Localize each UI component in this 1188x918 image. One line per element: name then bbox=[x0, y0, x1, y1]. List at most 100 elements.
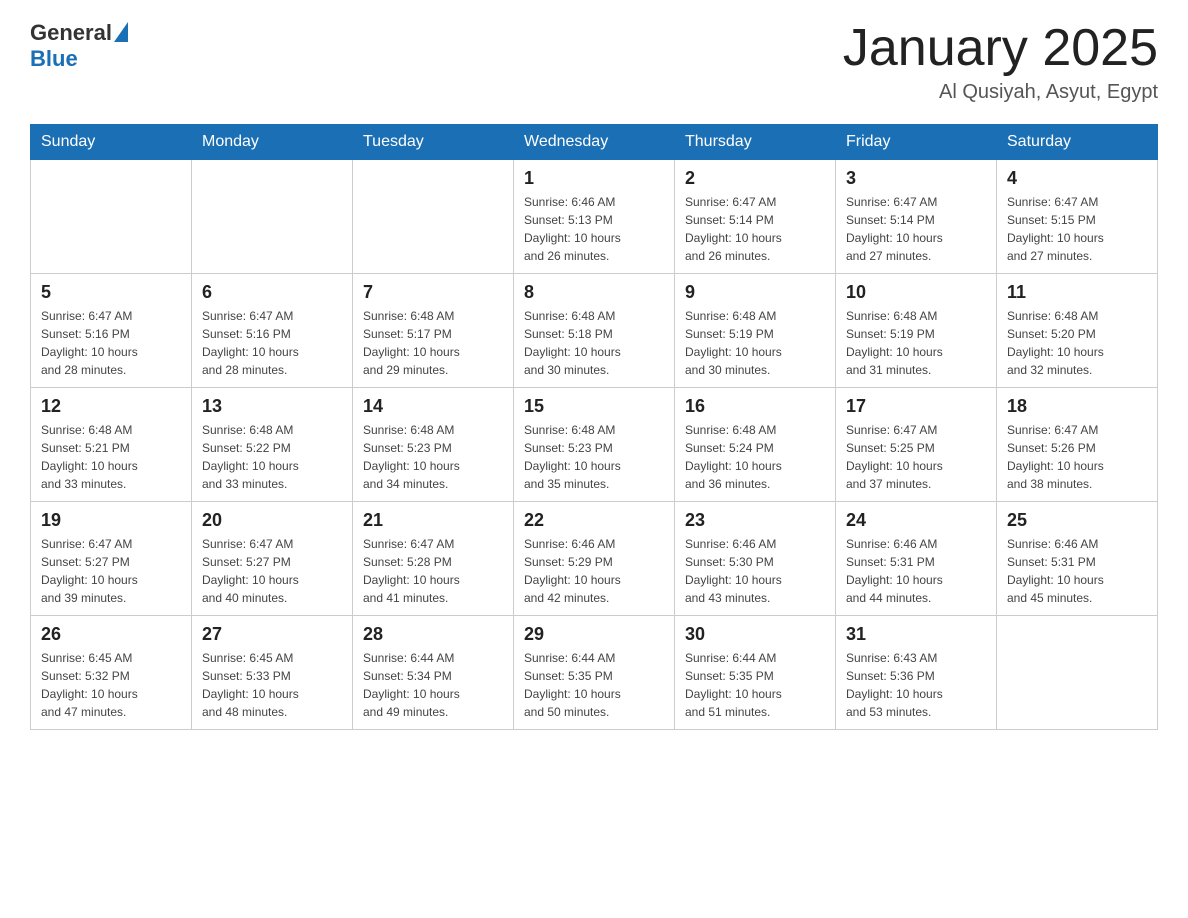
calendar-cell: 28 Sunrise: 6:44 AM Sunset: 5:34 PM Dayli… bbox=[353, 616, 514, 730]
title-section: January 2025 Al Qusiyah, Asyut, Egypt bbox=[843, 20, 1158, 104]
day-info: Sunrise: 6:48 AM Sunset: 5:23 PM Dayligh… bbox=[524, 421, 664, 493]
logo-text-general: General bbox=[30, 20, 112, 46]
logo-text-blue: Blue bbox=[30, 46, 78, 71]
day-number: 3 bbox=[846, 168, 986, 189]
calendar-cell: 29 Sunrise: 6:44 AM Sunset: 5:35 PM Dayli… bbox=[514, 616, 675, 730]
calendar-week-row: 19 Sunrise: 6:47 AM Sunset: 5:27 PM Dayli… bbox=[31, 502, 1158, 616]
day-info: Sunrise: 6:47 AM Sunset: 5:27 PM Dayligh… bbox=[41, 535, 181, 607]
day-info: Sunrise: 6:44 AM Sunset: 5:35 PM Dayligh… bbox=[685, 649, 825, 721]
day-number: 11 bbox=[1007, 282, 1147, 303]
day-number: 18 bbox=[1007, 396, 1147, 417]
day-info: Sunrise: 6:48 AM Sunset: 5:20 PM Dayligh… bbox=[1007, 307, 1147, 379]
day-info: Sunrise: 6:46 AM Sunset: 5:31 PM Dayligh… bbox=[846, 535, 986, 607]
day-info: Sunrise: 6:47 AM Sunset: 5:26 PM Dayligh… bbox=[1007, 421, 1147, 493]
calendar-table: SundayMondayTuesdayWednesdayThursdayFrid… bbox=[30, 124, 1158, 730]
calendar-header-monday: Monday bbox=[192, 125, 353, 160]
day-info: Sunrise: 6:45 AM Sunset: 5:32 PM Dayligh… bbox=[41, 649, 181, 721]
calendar-week-row: 12 Sunrise: 6:48 AM Sunset: 5:21 PM Dayli… bbox=[31, 388, 1158, 502]
day-number: 22 bbox=[524, 510, 664, 531]
calendar-cell bbox=[31, 160, 192, 274]
day-number: 24 bbox=[846, 510, 986, 531]
day-number: 16 bbox=[685, 396, 825, 417]
day-info: Sunrise: 6:48 AM Sunset: 5:21 PM Dayligh… bbox=[41, 421, 181, 493]
calendar-cell: 1 Sunrise: 6:46 AM Sunset: 5:13 PM Daylig… bbox=[514, 160, 675, 274]
day-info: Sunrise: 6:48 AM Sunset: 5:19 PM Dayligh… bbox=[846, 307, 986, 379]
day-number: 26 bbox=[41, 624, 181, 645]
calendar-cell: 20 Sunrise: 6:47 AM Sunset: 5:27 PM Dayli… bbox=[192, 502, 353, 616]
day-info: Sunrise: 6:48 AM Sunset: 5:24 PM Dayligh… bbox=[685, 421, 825, 493]
calendar-week-row: 1 Sunrise: 6:46 AM Sunset: 5:13 PM Daylig… bbox=[31, 160, 1158, 274]
calendar-cell: 13 Sunrise: 6:48 AM Sunset: 5:22 PM Dayli… bbox=[192, 388, 353, 502]
day-info: Sunrise: 6:48 AM Sunset: 5:18 PM Dayligh… bbox=[524, 307, 664, 379]
calendar-cell: 31 Sunrise: 6:43 AM Sunset: 5:36 PM Dayli… bbox=[836, 616, 997, 730]
day-info: Sunrise: 6:48 AM Sunset: 5:19 PM Dayligh… bbox=[685, 307, 825, 379]
calendar-cell: 16 Sunrise: 6:48 AM Sunset: 5:24 PM Dayli… bbox=[675, 388, 836, 502]
day-number: 19 bbox=[41, 510, 181, 531]
day-number: 23 bbox=[685, 510, 825, 531]
day-info: Sunrise: 6:48 AM Sunset: 5:23 PM Dayligh… bbox=[363, 421, 503, 493]
calendar-cell: 12 Sunrise: 6:48 AM Sunset: 5:21 PM Dayli… bbox=[31, 388, 192, 502]
day-number: 12 bbox=[41, 396, 181, 417]
day-number: 30 bbox=[685, 624, 825, 645]
day-info: Sunrise: 6:46 AM Sunset: 5:30 PM Dayligh… bbox=[685, 535, 825, 607]
calendar-header-thursday: Thursday bbox=[675, 125, 836, 160]
month-title: January 2025 bbox=[843, 20, 1158, 77]
day-info: Sunrise: 6:43 AM Sunset: 5:36 PM Dayligh… bbox=[846, 649, 986, 721]
calendar-cell: 8 Sunrise: 6:48 AM Sunset: 5:18 PM Daylig… bbox=[514, 274, 675, 388]
day-number: 31 bbox=[846, 624, 986, 645]
day-info: Sunrise: 6:47 AM Sunset: 5:27 PM Dayligh… bbox=[202, 535, 342, 607]
page-header: General Blue January 2025 Al Qusiyah, As… bbox=[30, 20, 1158, 104]
calendar-cell: 5Sunrise: 6:47 AM Sunset: 5:16 PM Daylig… bbox=[31, 274, 192, 388]
day-number: 29 bbox=[524, 624, 664, 645]
day-number: 17 bbox=[846, 396, 986, 417]
day-number: 15 bbox=[524, 396, 664, 417]
day-number: 27 bbox=[202, 624, 342, 645]
day-info: Sunrise: 6:46 AM Sunset: 5:29 PM Dayligh… bbox=[524, 535, 664, 607]
calendar-cell: 10 Sunrise: 6:48 AM Sunset: 5:19 PM Dayli… bbox=[836, 274, 997, 388]
day-number: 1 bbox=[524, 168, 664, 189]
day-number: 10 bbox=[846, 282, 986, 303]
location: Al Qusiyah, Asyut, Egypt bbox=[843, 81, 1158, 104]
day-info: Sunrise: 6:44 AM Sunset: 5:34 PM Dayligh… bbox=[363, 649, 503, 721]
day-number: 20 bbox=[202, 510, 342, 531]
day-info: Sunrise: 6:47 AM Sunset: 5:16 PM Dayligh… bbox=[202, 307, 342, 379]
calendar-cell: 2 Sunrise: 6:47 AM Sunset: 5:14 PM Daylig… bbox=[675, 160, 836, 274]
calendar-header-wednesday: Wednesday bbox=[514, 125, 675, 160]
day-number: 7 bbox=[363, 282, 503, 303]
day-info: Sunrise: 6:47 AM Sunset: 5:14 PM Dayligh… bbox=[846, 193, 986, 265]
logo-triangle-icon bbox=[114, 22, 128, 42]
day-info: Sunrise: 6:46 AM Sunset: 5:31 PM Dayligh… bbox=[1007, 535, 1147, 607]
calendar-cell: 7 Sunrise: 6:48 AM Sunset: 5:17 PM Daylig… bbox=[353, 274, 514, 388]
day-number: 13 bbox=[202, 396, 342, 417]
day-number: 21 bbox=[363, 510, 503, 531]
calendar-week-row: 5Sunrise: 6:47 AM Sunset: 5:16 PM Daylig… bbox=[31, 274, 1158, 388]
calendar-cell: 6Sunrise: 6:47 AM Sunset: 5:16 PM Daylig… bbox=[192, 274, 353, 388]
calendar-cell: 19 Sunrise: 6:47 AM Sunset: 5:27 PM Dayli… bbox=[31, 502, 192, 616]
calendar-cell: 9Sunrise: 6:48 AM Sunset: 5:19 PM Daylig… bbox=[675, 274, 836, 388]
calendar-cell: 11 Sunrise: 6:48 AM Sunset: 5:20 PM Dayli… bbox=[997, 274, 1158, 388]
day-info: Sunrise: 6:47 AM Sunset: 5:14 PM Dayligh… bbox=[685, 193, 825, 265]
day-info: Sunrise: 6:48 AM Sunset: 5:17 PM Dayligh… bbox=[363, 307, 503, 379]
day-info: Sunrise: 6:47 AM Sunset: 5:15 PM Dayligh… bbox=[1007, 193, 1147, 265]
calendar-cell bbox=[353, 160, 514, 274]
day-info: Sunrise: 6:46 AM Sunset: 5:13 PM Dayligh… bbox=[524, 193, 664, 265]
calendar-cell: 18 Sunrise: 6:47 AM Sunset: 5:26 PM Dayli… bbox=[997, 388, 1158, 502]
calendar-cell: 30 Sunrise: 6:44 AM Sunset: 5:35 PM Dayli… bbox=[675, 616, 836, 730]
day-info: Sunrise: 6:44 AM Sunset: 5:35 PM Dayligh… bbox=[524, 649, 664, 721]
day-number: 8 bbox=[524, 282, 664, 303]
calendar-cell: 21 Sunrise: 6:47 AM Sunset: 5:28 PM Dayli… bbox=[353, 502, 514, 616]
day-number: 25 bbox=[1007, 510, 1147, 531]
calendar-cell: 23 Sunrise: 6:46 AM Sunset: 5:30 PM Dayli… bbox=[675, 502, 836, 616]
day-info: Sunrise: 6:47 AM Sunset: 5:25 PM Dayligh… bbox=[846, 421, 986, 493]
calendar-header-saturday: Saturday bbox=[997, 125, 1158, 160]
calendar-header-tuesday: Tuesday bbox=[353, 125, 514, 160]
calendar-cell: 26 Sunrise: 6:45 AM Sunset: 5:32 PM Dayli… bbox=[31, 616, 192, 730]
day-info: Sunrise: 6:48 AM Sunset: 5:22 PM Dayligh… bbox=[202, 421, 342, 493]
day-info: Sunrise: 6:45 AM Sunset: 5:33 PM Dayligh… bbox=[202, 649, 342, 721]
calendar-header-row: SundayMondayTuesdayWednesdayThursdayFrid… bbox=[31, 125, 1158, 160]
day-info: Sunrise: 6:47 AM Sunset: 5:28 PM Dayligh… bbox=[363, 535, 503, 607]
calendar-cell: 14Sunrise: 6:48 AM Sunset: 5:23 PM Dayli… bbox=[353, 388, 514, 502]
day-number: 28 bbox=[363, 624, 503, 645]
calendar-header-sunday: Sunday bbox=[31, 125, 192, 160]
day-number: 2 bbox=[685, 168, 825, 189]
